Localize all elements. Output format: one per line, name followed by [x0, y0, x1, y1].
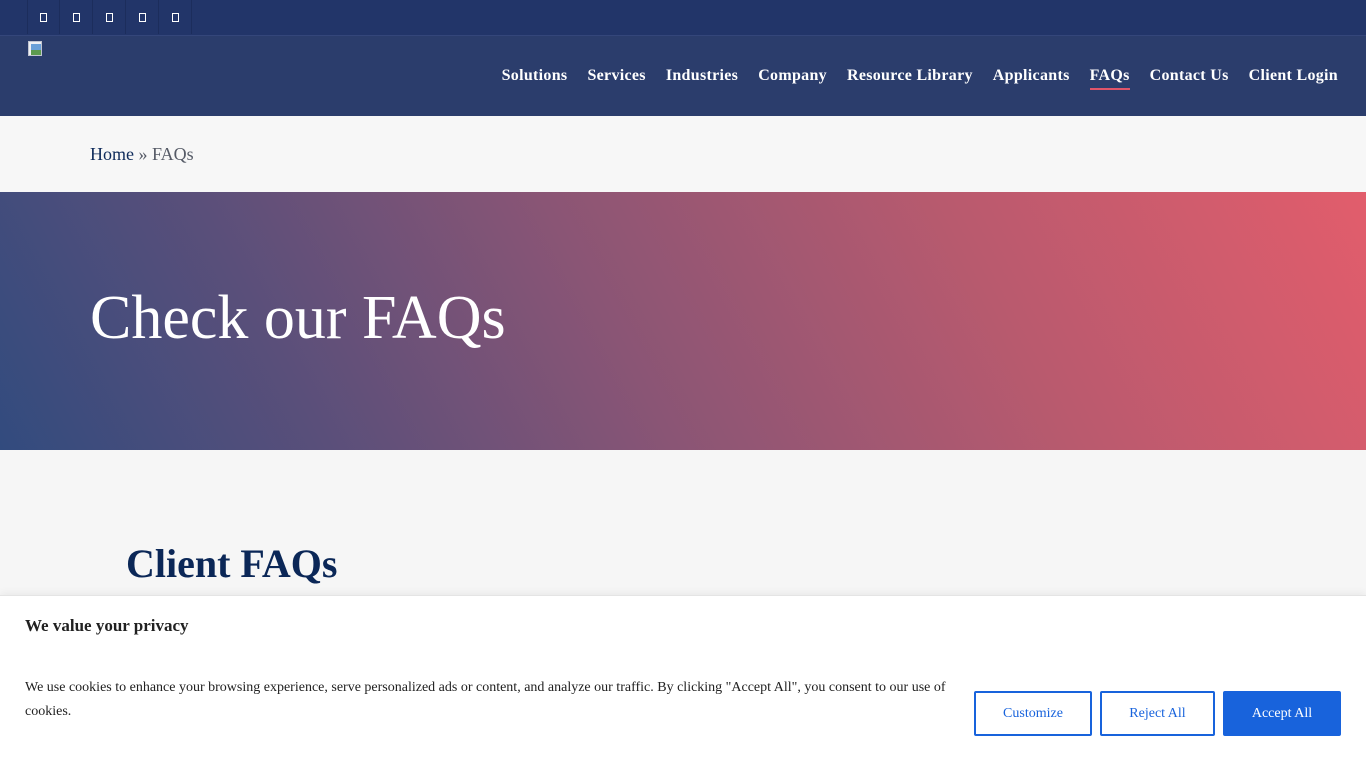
cookie-banner: We value your privacy We use cookies to …	[0, 595, 1366, 768]
youtube-link[interactable]	[159, 0, 192, 34]
instagram-icon	[138, 12, 146, 22]
site-logo[interactable]	[28, 41, 44, 57]
broken-image-icon	[28, 41, 42, 56]
image-hill	[31, 50, 41, 55]
nav-solutions[interactable]: Solutions	[492, 65, 578, 87]
nav-resource-library[interactable]: Resource Library	[837, 65, 983, 87]
site-header: Solutions Services Industries Company Re…	[0, 35, 1366, 116]
twitter-link[interactable]	[60, 0, 93, 34]
cookie-title: We value your privacy	[25, 616, 189, 635]
nav-services[interactable]: Services	[577, 65, 655, 87]
nav-company[interactable]: Company	[748, 65, 837, 87]
breadcrumb-current: FAQs	[152, 144, 194, 164]
linkedin-icon	[105, 12, 113, 22]
accept-all-button[interactable]: Accept All	[1223, 691, 1341, 736]
nav-faqs[interactable]: FAQs	[1080, 65, 1140, 90]
twitter-icon	[72, 12, 80, 22]
nav-applicants[interactable]: Applicants	[983, 65, 1080, 87]
nav-client-login[interactable]: Client Login	[1239, 65, 1338, 87]
cookie-text: We use cookies to enhance your browsing …	[25, 680, 946, 719]
section-title: Client FAQs	[126, 541, 338, 586]
breadcrumb-separator: »	[138, 144, 148, 164]
linkedin-link[interactable]	[93, 0, 126, 34]
main-nav: Solutions Services Industries Company Re…	[492, 65, 1338, 90]
instagram-link[interactable]	[126, 0, 159, 34]
breadcrumb-home[interactable]: Home	[90, 144, 134, 164]
breadcrumb: Home » FAQs	[90, 144, 194, 165]
youtube-icon	[171, 12, 179, 22]
facebook-icon	[40, 12, 47, 22]
customize-button[interactable]: Customize	[974, 691, 1092, 736]
social-links	[27, 0, 192, 34]
hero-banner: Check our FAQs	[0, 192, 1366, 450]
breadcrumb-bar: Home » FAQs	[0, 116, 1366, 192]
page-title: Check our FAQs	[90, 284, 506, 352]
social-bar	[0, 0, 1366, 35]
nav-industries[interactable]: Industries	[656, 65, 748, 87]
reject-all-button[interactable]: Reject All	[1100, 691, 1215, 736]
nav-contact-us[interactable]: Contact Us	[1140, 65, 1239, 87]
facebook-link[interactable]	[27, 0, 60, 34]
